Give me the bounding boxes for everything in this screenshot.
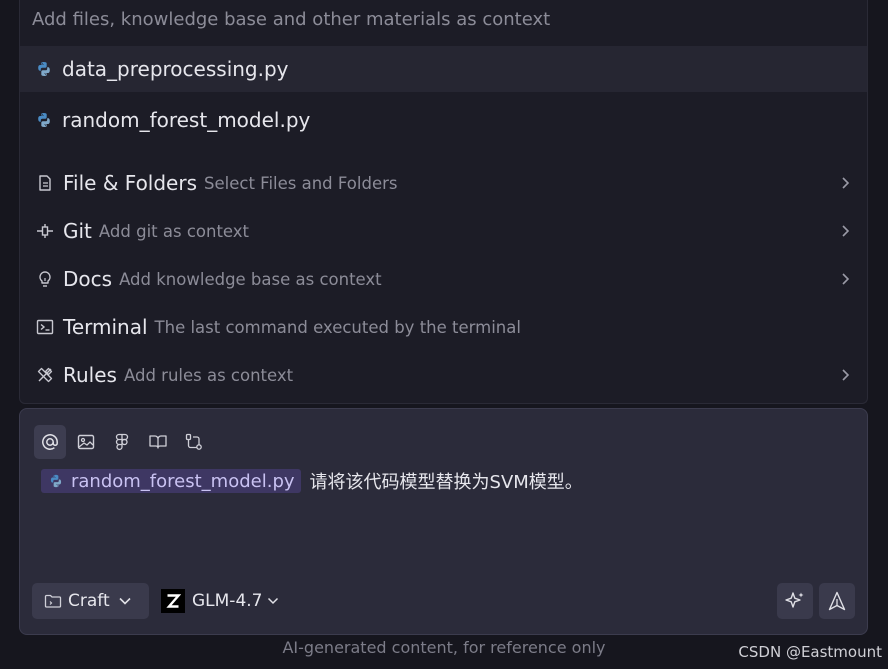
python-file-icon [38, 62, 50, 76]
book-icon [149, 435, 167, 449]
mode-selector[interactable]: Craft [32, 583, 149, 619]
context-item-title: Terminal [63, 315, 148, 339]
docs-button[interactable] [142, 425, 174, 459]
folder-icon [44, 594, 62, 608]
context-item-title: Git [63, 219, 92, 243]
terminal-icon [36, 319, 54, 335]
git-commit-icon [37, 224, 53, 238]
workflow-button[interactable] [178, 425, 210, 459]
mode-label: Craft [68, 591, 110, 611]
message-input[interactable]: random_forest_model.py 请将该代码模型替换为SVM模型。 [41, 468, 583, 494]
context-item-file-folders[interactable]: File & Folders Select Files and Folders [20, 161, 867, 205]
file-name: data_preprocessing.py [62, 57, 289, 81]
context-item-desc: Add git as context [98, 221, 250, 241]
attached-file-name: random_forest_model.py [71, 470, 295, 492]
context-item-title: Rules [63, 363, 117, 387]
composer-toolbar [34, 425, 210, 459]
rules-icon [37, 367, 53, 383]
figma-button[interactable] [106, 425, 138, 459]
figma-icon [115, 433, 129, 451]
file-item-random-forest-model[interactable]: random_forest_model.py [20, 97, 867, 143]
at-mention-icon [42, 434, 58, 450]
sparkle-icon [785, 592, 804, 608]
file-icon [39, 175, 51, 191]
context-item-title: File & Folders [63, 171, 198, 195]
context-item-desc: Add knowledge base as context [119, 269, 382, 289]
chevron-right-icon [842, 273, 850, 285]
chevron-down-icon [119, 597, 131, 605]
context-search-placeholder[interactable]: Add files, knowledge base and other mate… [20, 0, 867, 46]
image-icon [77, 434, 95, 450]
enhance-prompt-button[interactable] [777, 583, 813, 619]
python-file-icon [38, 113, 50, 127]
workflow-icon [185, 433, 202, 450]
context-item-title: Docs [63, 267, 113, 291]
model-label: GLM-4.7 [192, 591, 263, 611]
message-text: 请将该代码模型替换为SVM模型。 [309, 472, 583, 493]
context-item-desc: The last command executed by the termina… [154, 317, 521, 337]
python-file-icon [50, 474, 62, 488]
chevron-down-icon [268, 597, 279, 605]
zhipu-logo-icon [161, 589, 185, 613]
lightbulb-icon [39, 271, 51, 287]
chat-composer: random_forest_model.py 请将该代码模型替换为SVM模型。 … [19, 408, 868, 635]
context-item-git[interactable]: Git Add git as context [20, 209, 867, 253]
context-item-rules[interactable]: Rules Add rules as context [20, 353, 867, 397]
file-name: random_forest_model.py [62, 108, 311, 132]
mention-button[interactable] [34, 425, 66, 459]
send-icon [828, 591, 846, 611]
context-popup: Add files, knowledge base and other mate… [19, 0, 868, 404]
watermark-text: CSDN @Eastmount [738, 643, 882, 661]
chevron-right-icon [842, 225, 850, 237]
add-image-button[interactable] [70, 425, 102, 459]
context-item-desc: Select Files and Folders [204, 173, 398, 193]
context-item-terminal[interactable]: Terminal The last command executed by th… [20, 305, 867, 349]
file-item-data-preprocessing[interactable]: data_preprocessing.py [20, 46, 867, 92]
model-selector[interactable]: GLM-4.7 [161, 587, 279, 615]
context-item-docs[interactable]: Docs Add knowledge base as context [20, 257, 867, 301]
chevron-right-icon [842, 177, 850, 189]
chevron-right-icon [842, 369, 850, 381]
send-button[interactable] [819, 583, 855, 619]
context-item-desc: Add rules as context [123, 365, 294, 385]
attached-file-chip[interactable]: random_forest_model.py [41, 469, 301, 493]
